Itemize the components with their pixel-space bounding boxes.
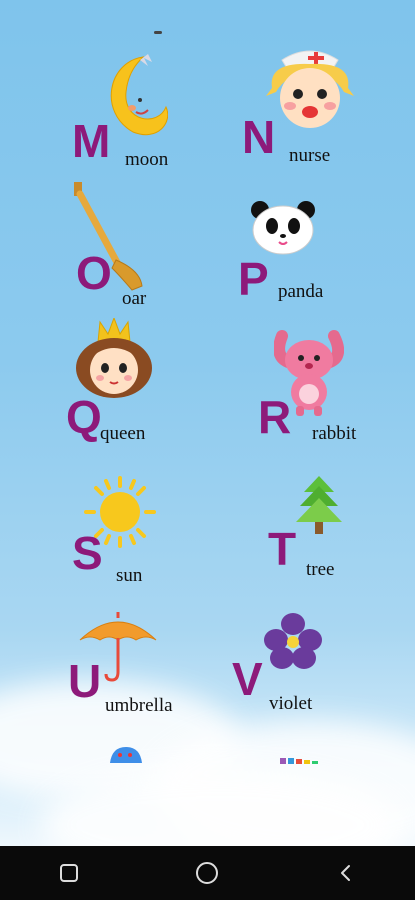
word-label: rabbit [312, 423, 357, 444]
word-label: umbrella [105, 695, 173, 716]
letter: Q [66, 391, 102, 443]
status-indicator [154, 31, 162, 34]
card-tree[interactable]: T tree [266, 474, 415, 604]
home-icon [196, 862, 219, 884]
system-nav-bar [0, 846, 415, 900]
card-moon[interactable]: M moon [68, 52, 228, 182]
card-oar[interactable]: O oar [70, 182, 230, 312]
letter: N [242, 111, 276, 163]
card-rabbit[interactable]: R rabbit [258, 326, 415, 456]
letter: S [72, 527, 103, 579]
word-label: violet [269, 693, 313, 714]
tree-icon [296, 476, 342, 534]
alphabet-screen: M moon N nurse O oar P panda Q queen R r… [0, 0, 415, 846]
home-button[interactable] [177, 846, 237, 900]
letter: V [232, 653, 263, 705]
letter: T [268, 523, 297, 575]
word-label: panda [278, 281, 324, 302]
word-label: nurse [289, 145, 331, 166]
letter: R [258, 391, 292, 443]
card-sun[interactable]: S sun [72, 476, 232, 606]
word-label: tree [306, 559, 335, 580]
letter: O [76, 247, 112, 299]
card-violet[interactable]: V violet [232, 612, 392, 742]
word-label: oar [122, 288, 147, 309]
partial-xylophone-icon [280, 758, 318, 764]
violet-icon [264, 613, 322, 669]
panda-icon [251, 201, 315, 255]
card-nurse[interactable]: N nurse [240, 48, 400, 178]
back-icon [340, 865, 350, 881]
card-panda[interactable]: P panda [238, 200, 398, 330]
recent-apps-icon [60, 864, 79, 882]
word-label: moon [125, 149, 169, 170]
card-umbrella[interactable]: U umbrella [68, 610, 228, 740]
word-label: sun [116, 565, 143, 586]
recent-apps-button[interactable] [39, 846, 99, 900]
back-button[interactable] [316, 846, 376, 900]
card-queen[interactable]: Q queen [66, 318, 226, 448]
letter: P [238, 253, 269, 305]
letter: M [72, 115, 111, 167]
queen-icon [76, 318, 152, 398]
nurse-icon [266, 50, 354, 128]
word-label: queen [100, 423, 146, 444]
partial-whale-icon [110, 747, 142, 763]
letter: U [68, 655, 102, 707]
